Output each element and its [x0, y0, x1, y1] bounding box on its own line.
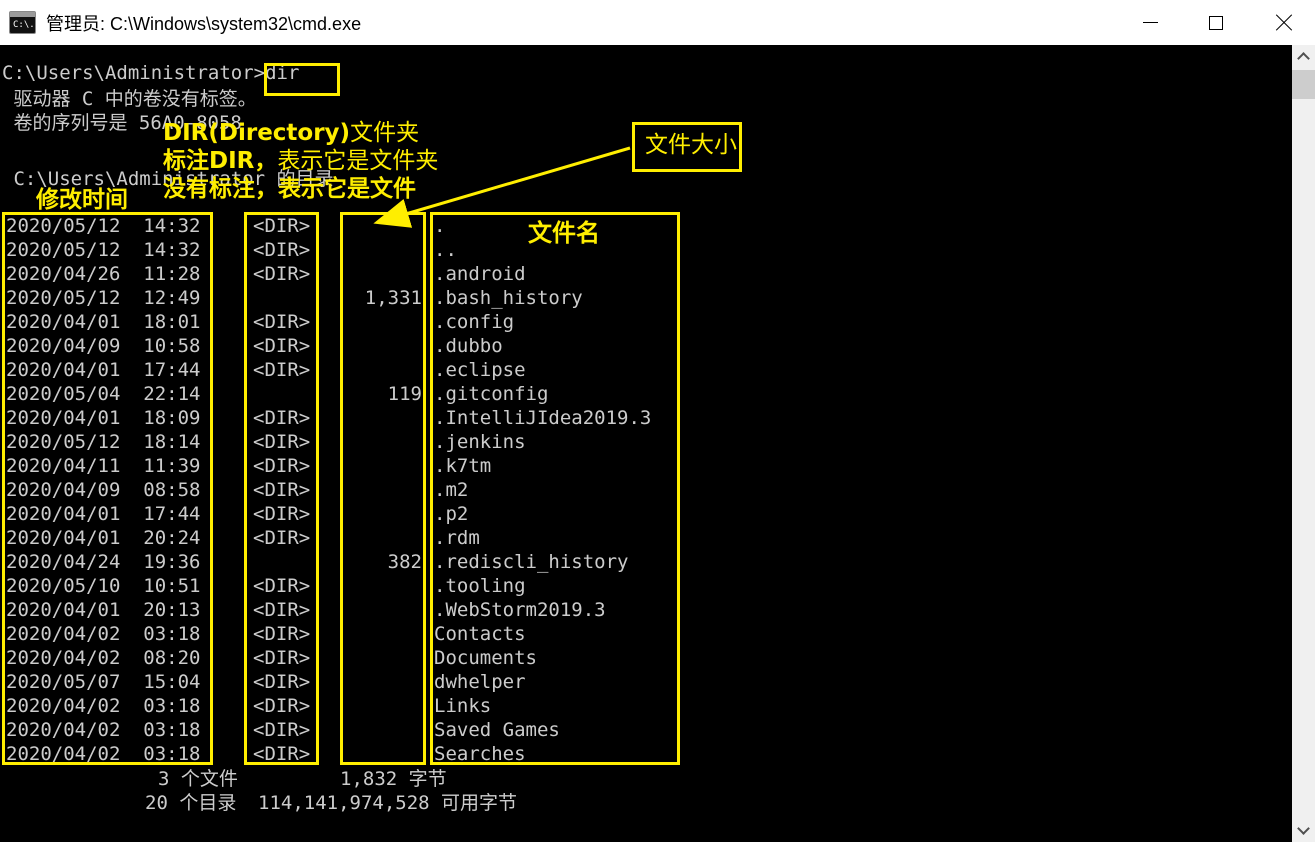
window-title: 管理员: C:\Windows\system32\cmd.exe: [46, 10, 361, 36]
chevron-down-icon: [1297, 822, 1310, 835]
summary-dirs-count: 20 个目录: [145, 791, 236, 815]
file-size-label: 文件大小: [645, 133, 737, 157]
minimize-icon: [1143, 22, 1158, 23]
dir-note-line3: 没有标注，表示它是文件: [163, 177, 416, 201]
summary-files-bytes: 1,832 字节: [340, 767, 447, 791]
file-name-label: 文件名: [528, 221, 600, 245]
summary-free-bytes: 114,141,974,528 可用字节: [258, 791, 517, 815]
cmd-icon-prompt-text: C:\.: [13, 18, 35, 32]
annotation-box-dir-command: [264, 63, 340, 96]
dir-note-line1-bold: DIR(Directory): [163, 120, 350, 146]
title-bar: C:\. 管理员: C:\Windows\system32\cmd.exe: [0, 0, 1315, 45]
scrollbar-thumb[interactable]: [1292, 70, 1315, 99]
volume-line: 驱动器 C 中的卷没有标签。: [2, 87, 257, 111]
maximize-button[interactable]: [1183, 0, 1249, 45]
cmd-icon-titlebar: [10, 12, 35, 17]
minimize-button[interactable]: [1117, 0, 1183, 45]
dir-note-line2: 标注DIR，表示它是文件夹: [163, 149, 438, 173]
close-icon: [1274, 15, 1290, 31]
summary-files-count: 3 个文件: [158, 767, 238, 791]
dir-note-line1: DIR(Directory)文件夹: [163, 121, 419, 145]
annotation-box-date-column: [2, 212, 213, 765]
vertical-scrollbar[interactable]: [1292, 45, 1315, 842]
dir-note-line1-rest: 文件夹: [350, 120, 419, 146]
cmd-icon: C:\.: [9, 11, 36, 34]
chevron-up-icon: [1297, 52, 1310, 65]
dir-note-line2-rest: 表示它是文件夹: [277, 148, 438, 174]
scroll-down-button[interactable]: [1292, 819, 1315, 842]
console-output[interactable]: C:\Users\Administrator>dir 驱动器 C 中的卷没有标签…: [0, 45, 1292, 842]
window-controls: [1117, 0, 1315, 45]
close-button[interactable]: [1249, 0, 1315, 45]
dir-note-line2-bold: 标注DIR，: [163, 148, 277, 174]
maximize-icon: [1209, 16, 1223, 30]
annotation-box-size-column: [340, 212, 426, 765]
cmd-window: C:\. 管理员: C:\Windows\system32\cmd.exe C:…: [0, 0, 1315, 842]
modified-time-label: 修改时间: [36, 188, 128, 212]
annotation-box-dir-column: [244, 212, 319, 765]
annotation-box-name-column: [430, 212, 680, 765]
prompt-command-line: C:\Users\Administrator>dir: [2, 61, 299, 85]
scroll-up-button[interactable]: [1292, 45, 1315, 68]
